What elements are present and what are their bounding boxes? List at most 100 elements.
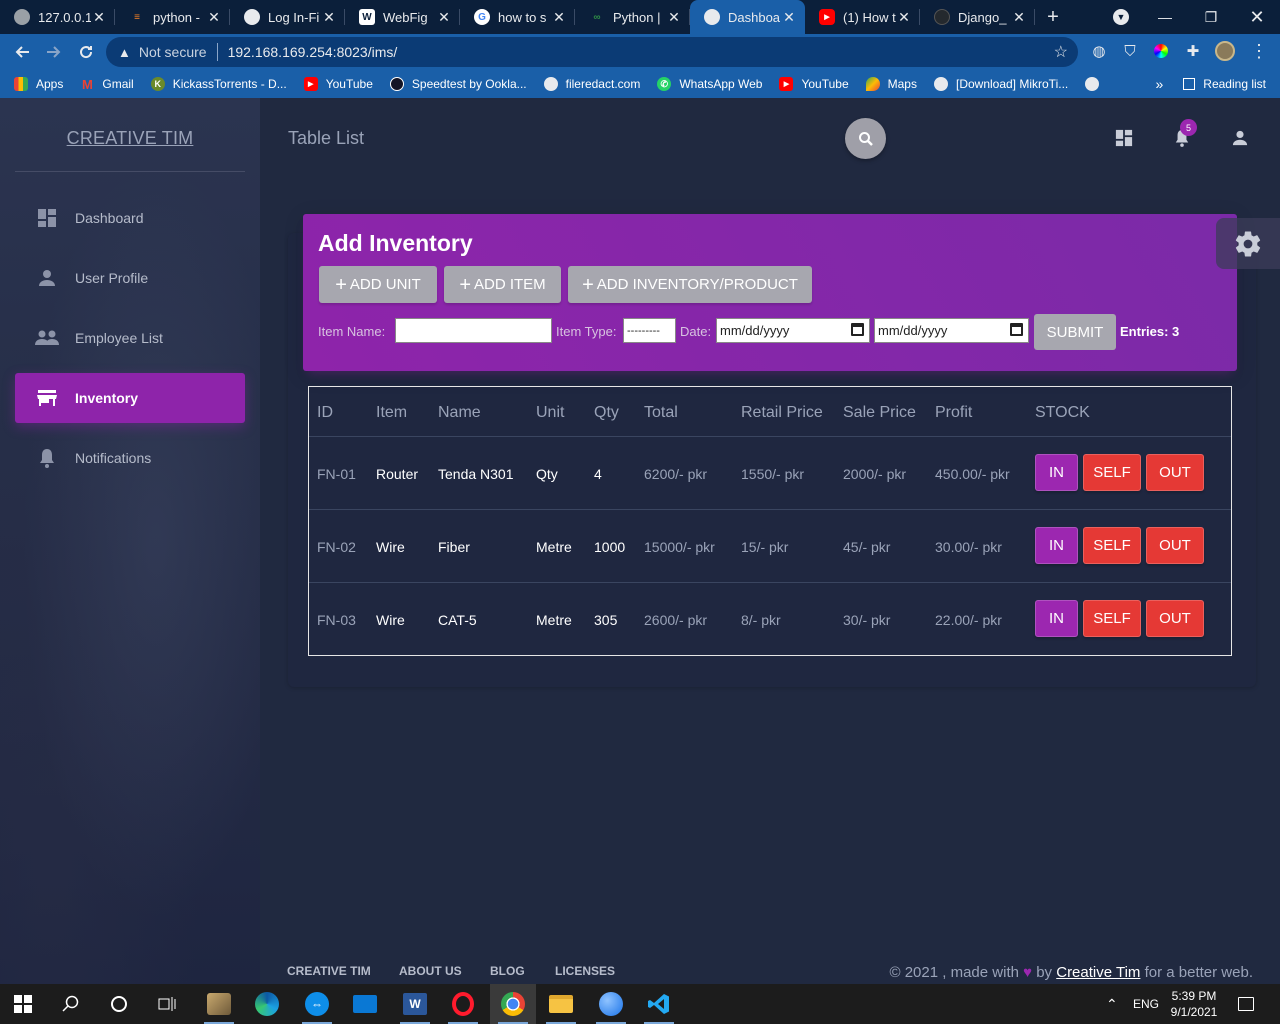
account-button[interactable] — [1228, 126, 1252, 150]
back-button[interactable] — [6, 36, 38, 68]
forward-button[interactable] — [38, 36, 70, 68]
taskbar-app-teamviewer[interactable]: ⇔ — [294, 984, 340, 1024]
reload-button[interactable] — [70, 36, 102, 68]
taskbar-app-browser[interactable] — [588, 984, 634, 1024]
stock-self-button[interactable]: SELF — [1083, 527, 1141, 564]
taskbar-app-tool[interactable] — [196, 984, 242, 1024]
minimize-button[interactable]: — — [1142, 0, 1188, 34]
close-icon[interactable]: ✕ — [321, 9, 337, 26]
browser-tab[interactable]: G how to s ✕ — [460, 0, 575, 34]
language-indicator[interactable]: ENG — [1133, 984, 1159, 1024]
add-item-button[interactable]: + ADD ITEM — [444, 266, 561, 303]
cortana-button[interactable] — [96, 984, 142, 1024]
add-unit-button[interactable]: + ADD UNIT — [319, 266, 437, 303]
add-inventory-product-button[interactable]: + ADD INVENTORY/PRODUCT — [568, 266, 812, 303]
bookmark-star-icon[interactable]: ☆ — [1054, 42, 1068, 62]
calendar-icon[interactable] — [1010, 323, 1023, 336]
bookmark-fileredact[interactable]: fileredact.com — [543, 77, 640, 91]
bookmark-youtube[interactable]: ▶ YouTube — [779, 77, 849, 91]
more-bookmarks-button[interactable]: » — [1156, 76, 1164, 92]
footer-link-blog[interactable]: BLOG — [490, 964, 525, 978]
action-center-button[interactable] — [1238, 984, 1254, 1024]
bookmark-gmail[interactable]: M Gmail — [80, 77, 134, 92]
footer-link-licenses[interactable]: LICENSES — [555, 964, 615, 978]
browser-tab[interactable]: Django_ ✕ — [920, 0, 1035, 34]
brand-logo-link[interactable]: CREATIVE TIM — [0, 128, 260, 149]
item-name-input[interactable] — [395, 318, 552, 343]
close-icon[interactable]: ✕ — [436, 9, 452, 26]
close-icon[interactable]: ✕ — [666, 9, 682, 26]
address-bar[interactable]: ▲ Not secure 192.168.169.254:8023/ims/ ☆ — [106, 37, 1078, 67]
close-icon[interactable]: ✕ — [551, 9, 567, 26]
start-button[interactable] — [0, 984, 46, 1024]
taskbar-app-vscode[interactable] — [636, 984, 682, 1024]
bookmark-apps[interactable]: Apps — [14, 77, 63, 91]
date-to-input[interactable]: mm/dd/yyyy — [874, 318, 1029, 343]
close-icon[interactable]: ✕ — [206, 9, 222, 26]
stock-out-button[interactable]: OUT — [1146, 527, 1204, 564]
stock-in-button[interactable]: IN — [1035, 454, 1078, 491]
taskbar-app-edge[interactable] — [244, 984, 290, 1024]
taskbar-clock[interactable]: 5:39 PM 9/1/2021 — [1168, 988, 1220, 1020]
settings-plugin-button[interactable] — [1216, 218, 1280, 269]
bookmark-whatsapp[interactable]: ✆ WhatsApp Web — [657, 77, 762, 91]
author-link[interactable]: Creative Tim — [1056, 964, 1140, 981]
close-icon[interactable]: ✕ — [91, 9, 107, 26]
stock-self-button[interactable]: SELF — [1083, 600, 1141, 637]
search-button[interactable] — [845, 118, 886, 159]
submit-button[interactable]: SUBMIT — [1034, 314, 1116, 350]
close-icon[interactable]: ✕ — [781, 9, 797, 26]
taskbar-app-word[interactable]: W — [392, 984, 438, 1024]
sidebar-item-user-profile[interactable]: User Profile — [15, 253, 245, 303]
bookmark-kickass[interactable]: K KickassTorrents - D... — [150, 77, 287, 91]
bookmark-speedtest[interactable]: Speedtest by Ookla... — [389, 77, 527, 91]
browser-menu-icon[interactable]: ⋮ — [1248, 40, 1270, 62]
taskbar-app-chrome[interactable] — [490, 984, 536, 1024]
taskbar-search-button[interactable] — [48, 984, 94, 1024]
restore-button[interactable]: ❐ — [1188, 0, 1234, 34]
extension-shield-icon[interactable]: ⛉ — [1119, 40, 1141, 62]
browser-tab[interactable]: ▶ (1) How t ✕ — [805, 0, 920, 34]
bookmark-maps[interactable]: Maps — [865, 77, 917, 91]
browser-tab[interactable]: ≡ python - ✕ — [115, 0, 230, 34]
footer-link-creative-tim[interactable]: CREATIVE TIM — [287, 964, 371, 978]
sidebar-item-inventory[interactable]: Inventory — [15, 373, 245, 423]
browser-tab[interactable]: Log In-Fi ✕ — [230, 0, 345, 34]
extensions-puzzle-icon[interactable]: ✚ — [1182, 40, 1204, 62]
calendar-icon[interactable] — [851, 323, 864, 336]
stock-self-button[interactable]: SELF — [1083, 454, 1141, 491]
extension-color-icon[interactable] — [1150, 40, 1172, 62]
new-tab-button[interactable]: + — [1035, 6, 1071, 29]
browser-tab-bar: 127.0.0.1 ✕ ≡ python - ✕ Log In-Fi ✕ W W… — [0, 0, 1280, 34]
sidebar-item-employee-list[interactable]: Employee List — [15, 313, 245, 363]
browser-tab[interactable]: 127.0.0.1 ✕ — [0, 0, 115, 34]
dashboard-nav-button[interactable] — [1112, 126, 1136, 150]
extension-cookie-icon[interactable]: ◍ — [1088, 40, 1110, 62]
sidebar-item-notifications[interactable]: Notifications — [15, 433, 245, 483]
bookmark-mikrotik[interactable]: [Download] MikroTi... — [933, 77, 1068, 91]
stock-in-button[interactable]: IN — [1035, 600, 1078, 637]
browser-tab[interactable]: ∞ Python | ✕ — [575, 0, 690, 34]
date-from-input[interactable]: mm/dd/yyyy — [716, 318, 870, 343]
stock-out-button[interactable]: OUT — [1146, 454, 1204, 491]
sidebar-item-dashboard[interactable]: Dashboard — [15, 193, 245, 243]
taskbar-app-mail[interactable] — [342, 984, 388, 1024]
stock-out-button[interactable]: OUT — [1146, 600, 1204, 637]
browser-tab[interactable]: W WebFig ✕ — [345, 0, 460, 34]
taskbar-app-file-explorer[interactable] — [538, 984, 584, 1024]
close-icon[interactable]: ✕ — [1011, 9, 1027, 26]
browser-tab-active[interactable]: Dashboa ✕ — [690, 0, 805, 34]
bookmark-youtube[interactable]: ▶ YouTube — [303, 77, 373, 91]
stock-in-button[interactable]: IN — [1035, 527, 1078, 564]
bookmark-globe[interactable] — [1085, 77, 1107, 91]
reading-list-button[interactable]: Reading list — [1203, 77, 1266, 91]
taskbar-app-opera[interactable] — [440, 984, 486, 1024]
task-view-button[interactable] — [144, 984, 190, 1024]
item-type-select[interactable]: --------- — [623, 318, 676, 343]
footer-link-about-us[interactable]: ABOUT US — [399, 964, 462, 978]
close-icon[interactable]: ✕ — [896, 9, 912, 26]
tray-overflow-button[interactable]: ⌃ — [1106, 984, 1118, 1024]
window-close-button[interactable]: ✕ — [1234, 0, 1280, 34]
tab-search-button[interactable]: ▼ — [1098, 0, 1144, 34]
profile-avatar[interactable] — [1214, 40, 1236, 62]
